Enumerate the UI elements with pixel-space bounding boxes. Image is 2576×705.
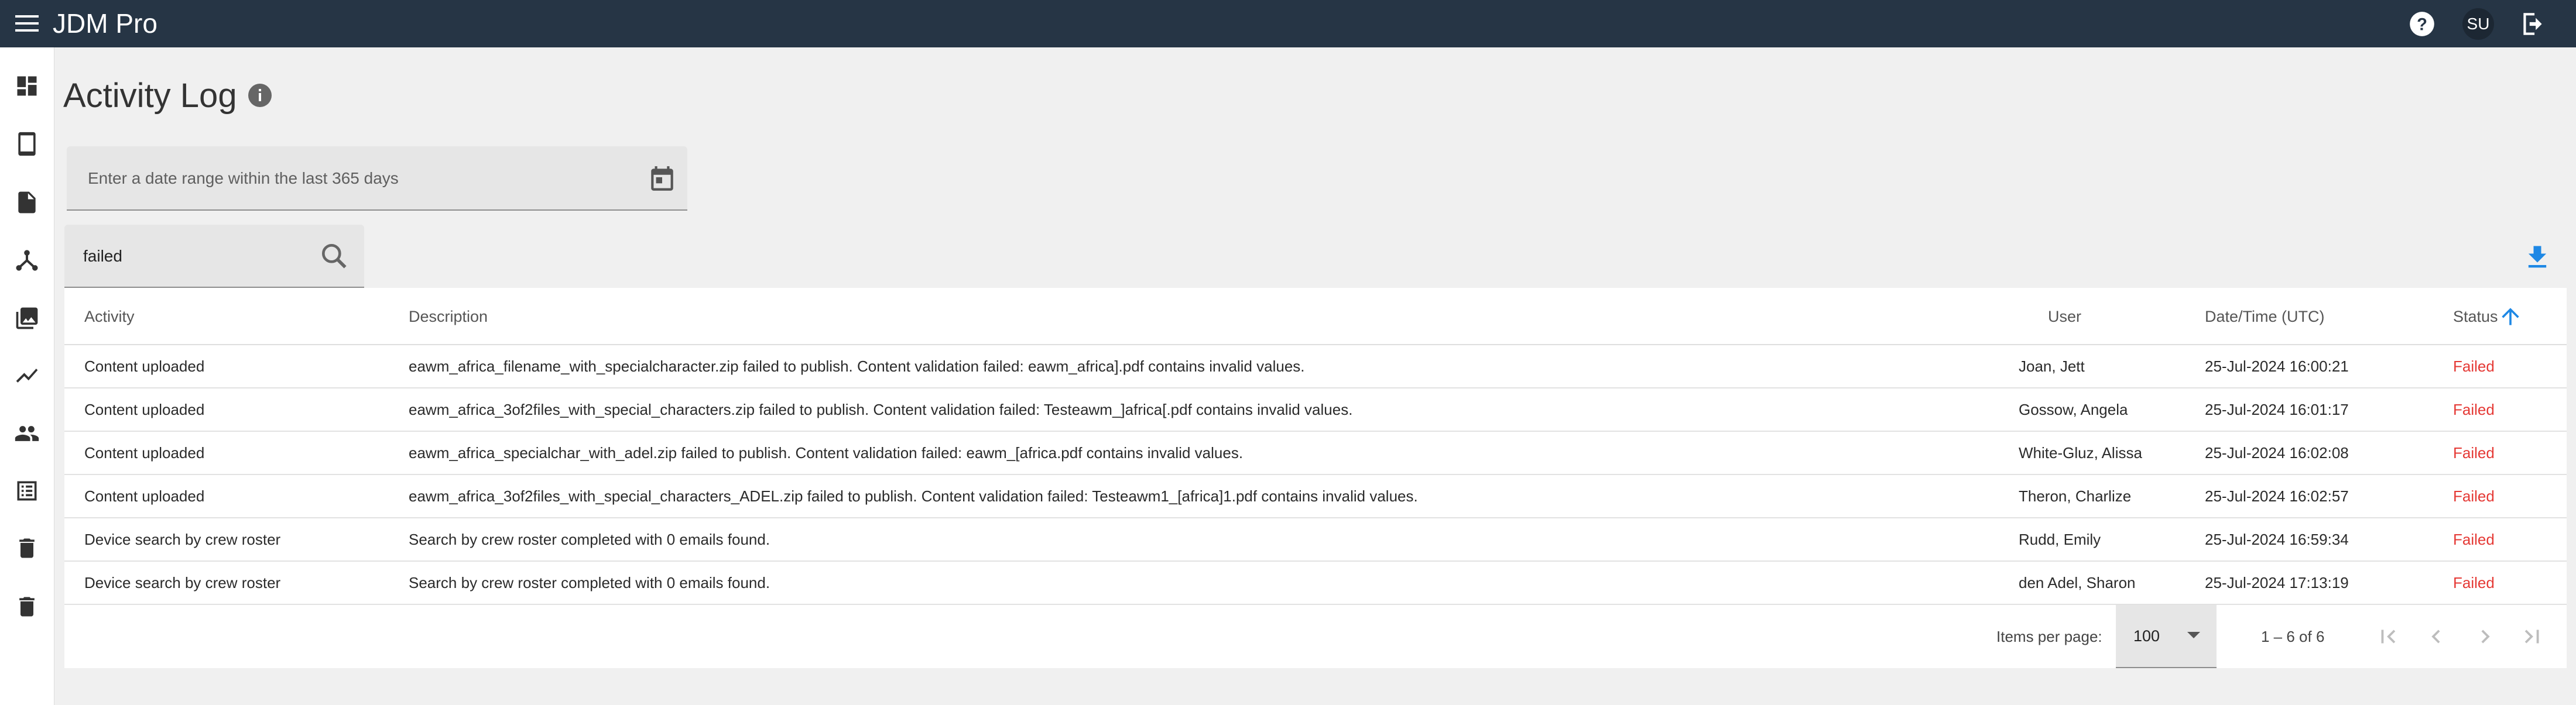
cell-datetime: 25-Jul-2024 16:59:34: [2205, 531, 2349, 548]
sidebar-item-analytics[interactable]: [12, 361, 42, 390]
sidebar-item-activity-log[interactable]: [12, 476, 42, 505]
table-header: Activity Description User Date/Time (UTC…: [64, 288, 2567, 345]
user-avatar[interactable]: SU: [2462, 8, 2494, 40]
sidebar: [0, 47, 54, 705]
dashboard-icon: [17, 76, 37, 96]
column-header-datetime[interactable]: Date/Time (UTC): [2205, 288, 2325, 345]
cell-activity: Content uploaded: [84, 487, 205, 505]
table-row[interactable]: Content uploaded eawm_africa_specialchar…: [64, 432, 2567, 475]
list-alt-icon: [17, 481, 37, 501]
table-row[interactable]: Content uploaded eawm_africa_filename_wi…: [64, 345, 2567, 388]
column-header-user[interactable]: User: [2048, 288, 2081, 345]
document-icon: [18, 191, 36, 214]
cell-user: White-Gluz, Alissa: [2019, 444, 2142, 462]
calendar-icon[interactable]: [648, 164, 677, 193]
cell-user: Gossow, Angela: [2019, 401, 2128, 418]
cell-activity: Content uploaded: [84, 357, 205, 375]
cell-status: Failed: [2453, 357, 2495, 375]
cell-datetime: 25-Jul-2024 16:01:17: [2205, 401, 2349, 418]
cell-status: Failed: [2453, 401, 2495, 418]
date-range-input[interactable]: [88, 164, 615, 193]
page-range-label: 1 – 6 of 6: [2261, 628, 2325, 645]
column-header-status[interactable]: Status: [2453, 288, 2498, 345]
date-range-field: [67, 146, 687, 211]
menu-icon[interactable]: [14, 12, 40, 35]
top-app-bar: JDM Pro ? SU: [0, 0, 2576, 47]
last-page-icon[interactable]: [2519, 623, 2546, 650]
cell-activity: Content uploaded: [84, 444, 205, 462]
column-header-activity[interactable]: Activity: [84, 288, 135, 345]
sidebar-item-trash-2[interactable]: [12, 592, 42, 621]
cell-datetime: 25-Jul-2024 17:13:19: [2205, 574, 2349, 591]
sidebar-item-devices[interactable]: [12, 129, 42, 159]
info-icon[interactable]: [246, 81, 274, 109]
cell-description: Search by crew roster completed with 0 e…: [409, 574, 770, 591]
cell-description: eawm_africa_specialchar_with_adel.zip fa…: [409, 444, 1244, 462]
cell-description: eawm_africa_3of2files_with_special_chara…: [409, 401, 1353, 418]
cell-datetime: 25-Jul-2024 16:00:21: [2205, 357, 2349, 375]
sort-ascending-icon[interactable]: [2498, 304, 2523, 329]
cell-status: Failed: [2453, 444, 2495, 462]
people-icon: [15, 426, 39, 441]
cell-activity: Device search by crew roster: [84, 574, 281, 591]
cell-datetime: 25-Jul-2024 16:02:08: [2205, 444, 2349, 462]
sidebar-item-distribution[interactable]: [12, 246, 42, 275]
cell-description: Search by crew roster completed with 0 e…: [409, 531, 770, 548]
activity-table: Activity Description User Date/Time (UTC…: [64, 288, 2567, 668]
svg-text:?: ?: [2417, 15, 2427, 34]
photo-library-icon: [16, 307, 38, 329]
cell-datetime: 25-Jul-2024 16:02:57: [2205, 487, 2349, 505]
cell-activity: Content uploaded: [84, 401, 205, 418]
app-title: JDM Pro: [53, 8, 157, 39]
sidebar-item-trash[interactable]: [12, 534, 42, 563]
cell-activity: Device search by crew roster: [84, 531, 281, 548]
column-header-description[interactable]: Description: [409, 288, 488, 345]
table-row[interactable]: Device search by crew roster Search by c…: [64, 518, 2567, 562]
cell-user: den Adel, Sharon: [2019, 574, 2136, 591]
trending-icon: [16, 369, 38, 383]
next-page-icon[interactable]: [2472, 623, 2499, 650]
logout-icon[interactable]: [2519, 9, 2548, 39]
items-per-page-label: Items per page:: [1996, 628, 2102, 645]
cell-status: Failed: [2453, 574, 2495, 591]
help-icon[interactable]: ?: [2407, 9, 2437, 39]
cell-user: Rudd, Emily: [2019, 531, 2101, 548]
tablet-icon: [18, 132, 36, 156]
trash-icon: [19, 597, 35, 617]
cell-user: Joan, Jett: [2019, 357, 2085, 375]
first-page-icon[interactable]: [2375, 623, 2402, 650]
cell-description: eawm_africa_3of2files_with_special_chara…: [409, 487, 1418, 505]
table-row[interactable]: Content uploaded eawm_africa_3of2files_w…: [64, 388, 2567, 432]
cell-status: Failed: [2453, 487, 2495, 505]
sidebar-item-users[interactable]: [12, 419, 42, 448]
search-input[interactable]: [83, 241, 306, 271]
items-per-page-value: 100: [2133, 627, 2160, 645]
cell-description: eawm_africa_filename_with_specialcharact…: [409, 357, 1305, 375]
sidebar-item-dashboard[interactable]: [12, 71, 42, 101]
trash-icon: [19, 538, 35, 558]
download-icon[interactable]: [2522, 242, 2553, 273]
chevron-down-icon: [2187, 632, 2200, 638]
table-row[interactable]: Content uploaded eawm_africa_3of2files_w…: [64, 475, 2567, 518]
paginator: Items per page: 100 1 – 6 of 6: [64, 605, 2567, 668]
cell-user: Theron, Charlize: [2019, 487, 2132, 505]
sidebar-item-documents[interactable]: [12, 188, 42, 217]
sidebar-item-media[interactable]: [12, 304, 42, 333]
hub-icon: [16, 250, 38, 271]
search-icon[interactable]: [318, 240, 351, 273]
items-per-page-select[interactable]: 100: [2116, 605, 2217, 668]
previous-page-icon[interactable]: [2423, 623, 2450, 650]
table-row[interactable]: Device search by crew roster Search by c…: [64, 562, 2567, 605]
page-title: Activity Log: [63, 77, 237, 115]
cell-status: Failed: [2453, 531, 2495, 548]
